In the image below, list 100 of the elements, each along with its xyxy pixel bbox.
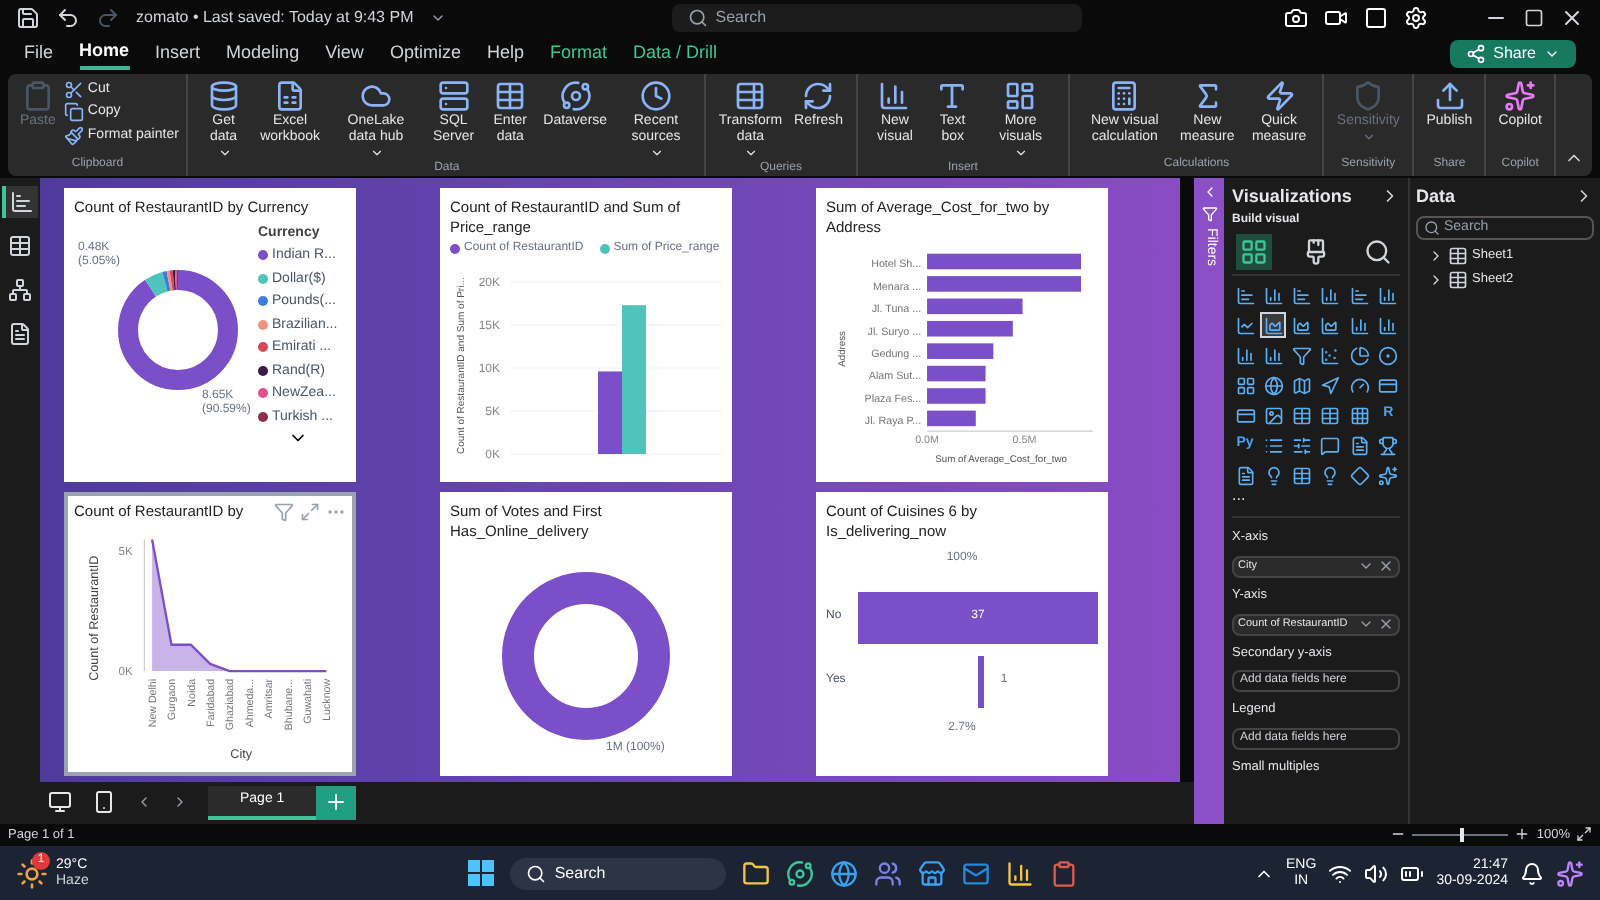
visual-type-button[interactable] [1260, 342, 1287, 369]
undo-icon[interactable] [56, 5, 80, 30]
visual-type-button[interactable] [1289, 342, 1316, 369]
fit-page-icon[interactable] [1576, 826, 1592, 843]
start-icon[interactable] [468, 860, 495, 887]
visual-type-button[interactable] [1346, 402, 1373, 429]
visual-type-button[interactable] [1232, 342, 1258, 369]
document-title[interactable]: zomato • Last saved: Today at 9:43 PM [136, 5, 414, 30]
visual-type-button[interactable] [1260, 402, 1287, 429]
server-icon [437, 79, 470, 112]
model-view-icon [8, 277, 32, 302]
visual-type-button[interactable] [1260, 372, 1287, 399]
visual-type-button[interactable] [1232, 312, 1258, 339]
visual-type-button[interactable] [1375, 462, 1402, 489]
visual-type-button[interactable] [1317, 312, 1344, 339]
menu-tab[interactable]: Help [486, 37, 524, 70]
visual-type-button[interactable] [1289, 282, 1316, 309]
visual-type-button[interactable] [1289, 462, 1316, 489]
remove-icon[interactable] [1378, 616, 1394, 633]
visual-type-button[interactable] [1375, 432, 1402, 459]
visual-type-button[interactable] [1232, 282, 1258, 309]
focus-mode-icon[interactable] [300, 501, 320, 522]
visual-type-button[interactable] [1289, 432, 1316, 459]
search-field[interactable]: Search [671, 3, 1082, 32]
menu-tab[interactable]: File [24, 37, 54, 70]
donut-chart [118, 269, 238, 390]
close-icon[interactable] [1560, 5, 1584, 30]
video-icon[interactable] [1324, 5, 1348, 30]
menu-tab[interactable]: Modeling [226, 37, 300, 70]
query-view-icon [8, 321, 32, 346]
visual-type-button[interactable] [1260, 312, 1287, 339]
browser-icon[interactable] [830, 859, 859, 888]
visual-type-button[interactable] [1375, 312, 1402, 339]
desktop-view-icon[interactable] [48, 790, 72, 815]
visual-type-button[interactable] [1317, 432, 1344, 459]
visual-type-button[interactable] [1375, 282, 1402, 309]
menu-tab[interactable]: Format [549, 37, 607, 70]
menu-tab[interactable]: View [325, 37, 364, 70]
analytics-icon [1364, 238, 1392, 267]
redo-icon[interactable] [96, 5, 120, 30]
visual-type-button[interactable] [1289, 402, 1316, 429]
visual-type-button[interactable] [1232, 372, 1258, 399]
mail-icon[interactable] [962, 859, 991, 888]
orbit-icon[interactable] [786, 859, 815, 888]
copilot-icon[interactable] [1556, 859, 1584, 888]
store-icon[interactable] [918, 859, 947, 888]
save-icon[interactable] [16, 5, 40, 30]
settings-icon[interactable] [1404, 5, 1428, 30]
visual-type-button[interactable] [1346, 462, 1373, 489]
taskbar-search[interactable]: Search [510, 857, 727, 890]
battery-icon[interactable] [1400, 861, 1425, 886]
menu-tab[interactable]: Insert [155, 37, 201, 70]
build-tab[interactable] [1236, 234, 1272, 271]
more-visuals[interactable]: ... [1232, 488, 1400, 505]
visual-type-button[interactable] [1289, 312, 1316, 339]
maximize-icon[interactable] [1524, 7, 1544, 28]
search-icon [687, 7, 708, 28]
visual-type-button[interactable] [1317, 372, 1344, 399]
weather-icon[interactable] [16, 857, 48, 890]
upload-icon [1433, 79, 1466, 112]
visual-type-button[interactable] [1346, 312, 1373, 339]
column-chart-icon [1320, 285, 1341, 306]
visual-type-button[interactable] [1260, 282, 1287, 309]
menu-tab[interactable]: Data / Drill [632, 37, 717, 70]
people-icon[interactable] [874, 859, 903, 888]
text-box-icon [936, 79, 969, 112]
database-icon [207, 79, 240, 112]
menu-tab[interactable]: Optimize [389, 37, 461, 70]
previous-page-icon[interactable] [136, 794, 152, 811]
next-page-icon[interactable] [172, 794, 188, 811]
chart-app-icon[interactable] [1006, 859, 1035, 888]
area-chart-icon [1292, 315, 1313, 336]
mobile-view-icon[interactable] [92, 790, 116, 815]
zoom-slider-thumb[interactable] [1460, 827, 1465, 842]
zoom-in-icon[interactable] [1514, 826, 1531, 843]
remove-icon[interactable] [1378, 558, 1394, 575]
window-icon[interactable] [1364, 5, 1388, 30]
visual-type-button[interactable] [1346, 282, 1373, 309]
folder-icon[interactable] [742, 859, 771, 888]
y-axis-line [143, 537, 145, 671]
notifications-icon[interactable] [1520, 861, 1544, 886]
view-button[interactable] [2, 185, 38, 218]
visual-type-button[interactable] [1317, 342, 1344, 369]
share-button[interactable]: Share [1449, 39, 1576, 68]
caret-icon [370, 145, 384, 160]
visual-type-button[interactable] [1289, 372, 1316, 399]
visual-type-button[interactable] [1346, 342, 1373, 369]
clipboard-icon[interactable] [1050, 859, 1079, 888]
visual-type-button[interactable] [1317, 402, 1344, 429]
filter-icon[interactable] [274, 501, 294, 522]
menu-tab[interactable]: Home [79, 37, 130, 70]
add-page-button[interactable] [316, 785, 357, 820]
view-button[interactable] [4, 273, 36, 306]
chart-icon [878, 79, 911, 112]
camera-icon[interactable] [1284, 5, 1308, 30]
table-icon [1292, 405, 1313, 426]
spreadsheet-icon [274, 79, 307, 112]
visual-type-button[interactable] [1317, 282, 1344, 309]
visual-type-button[interactable] [1375, 342, 1402, 369]
volume-icon[interactable] [1364, 861, 1389, 886]
